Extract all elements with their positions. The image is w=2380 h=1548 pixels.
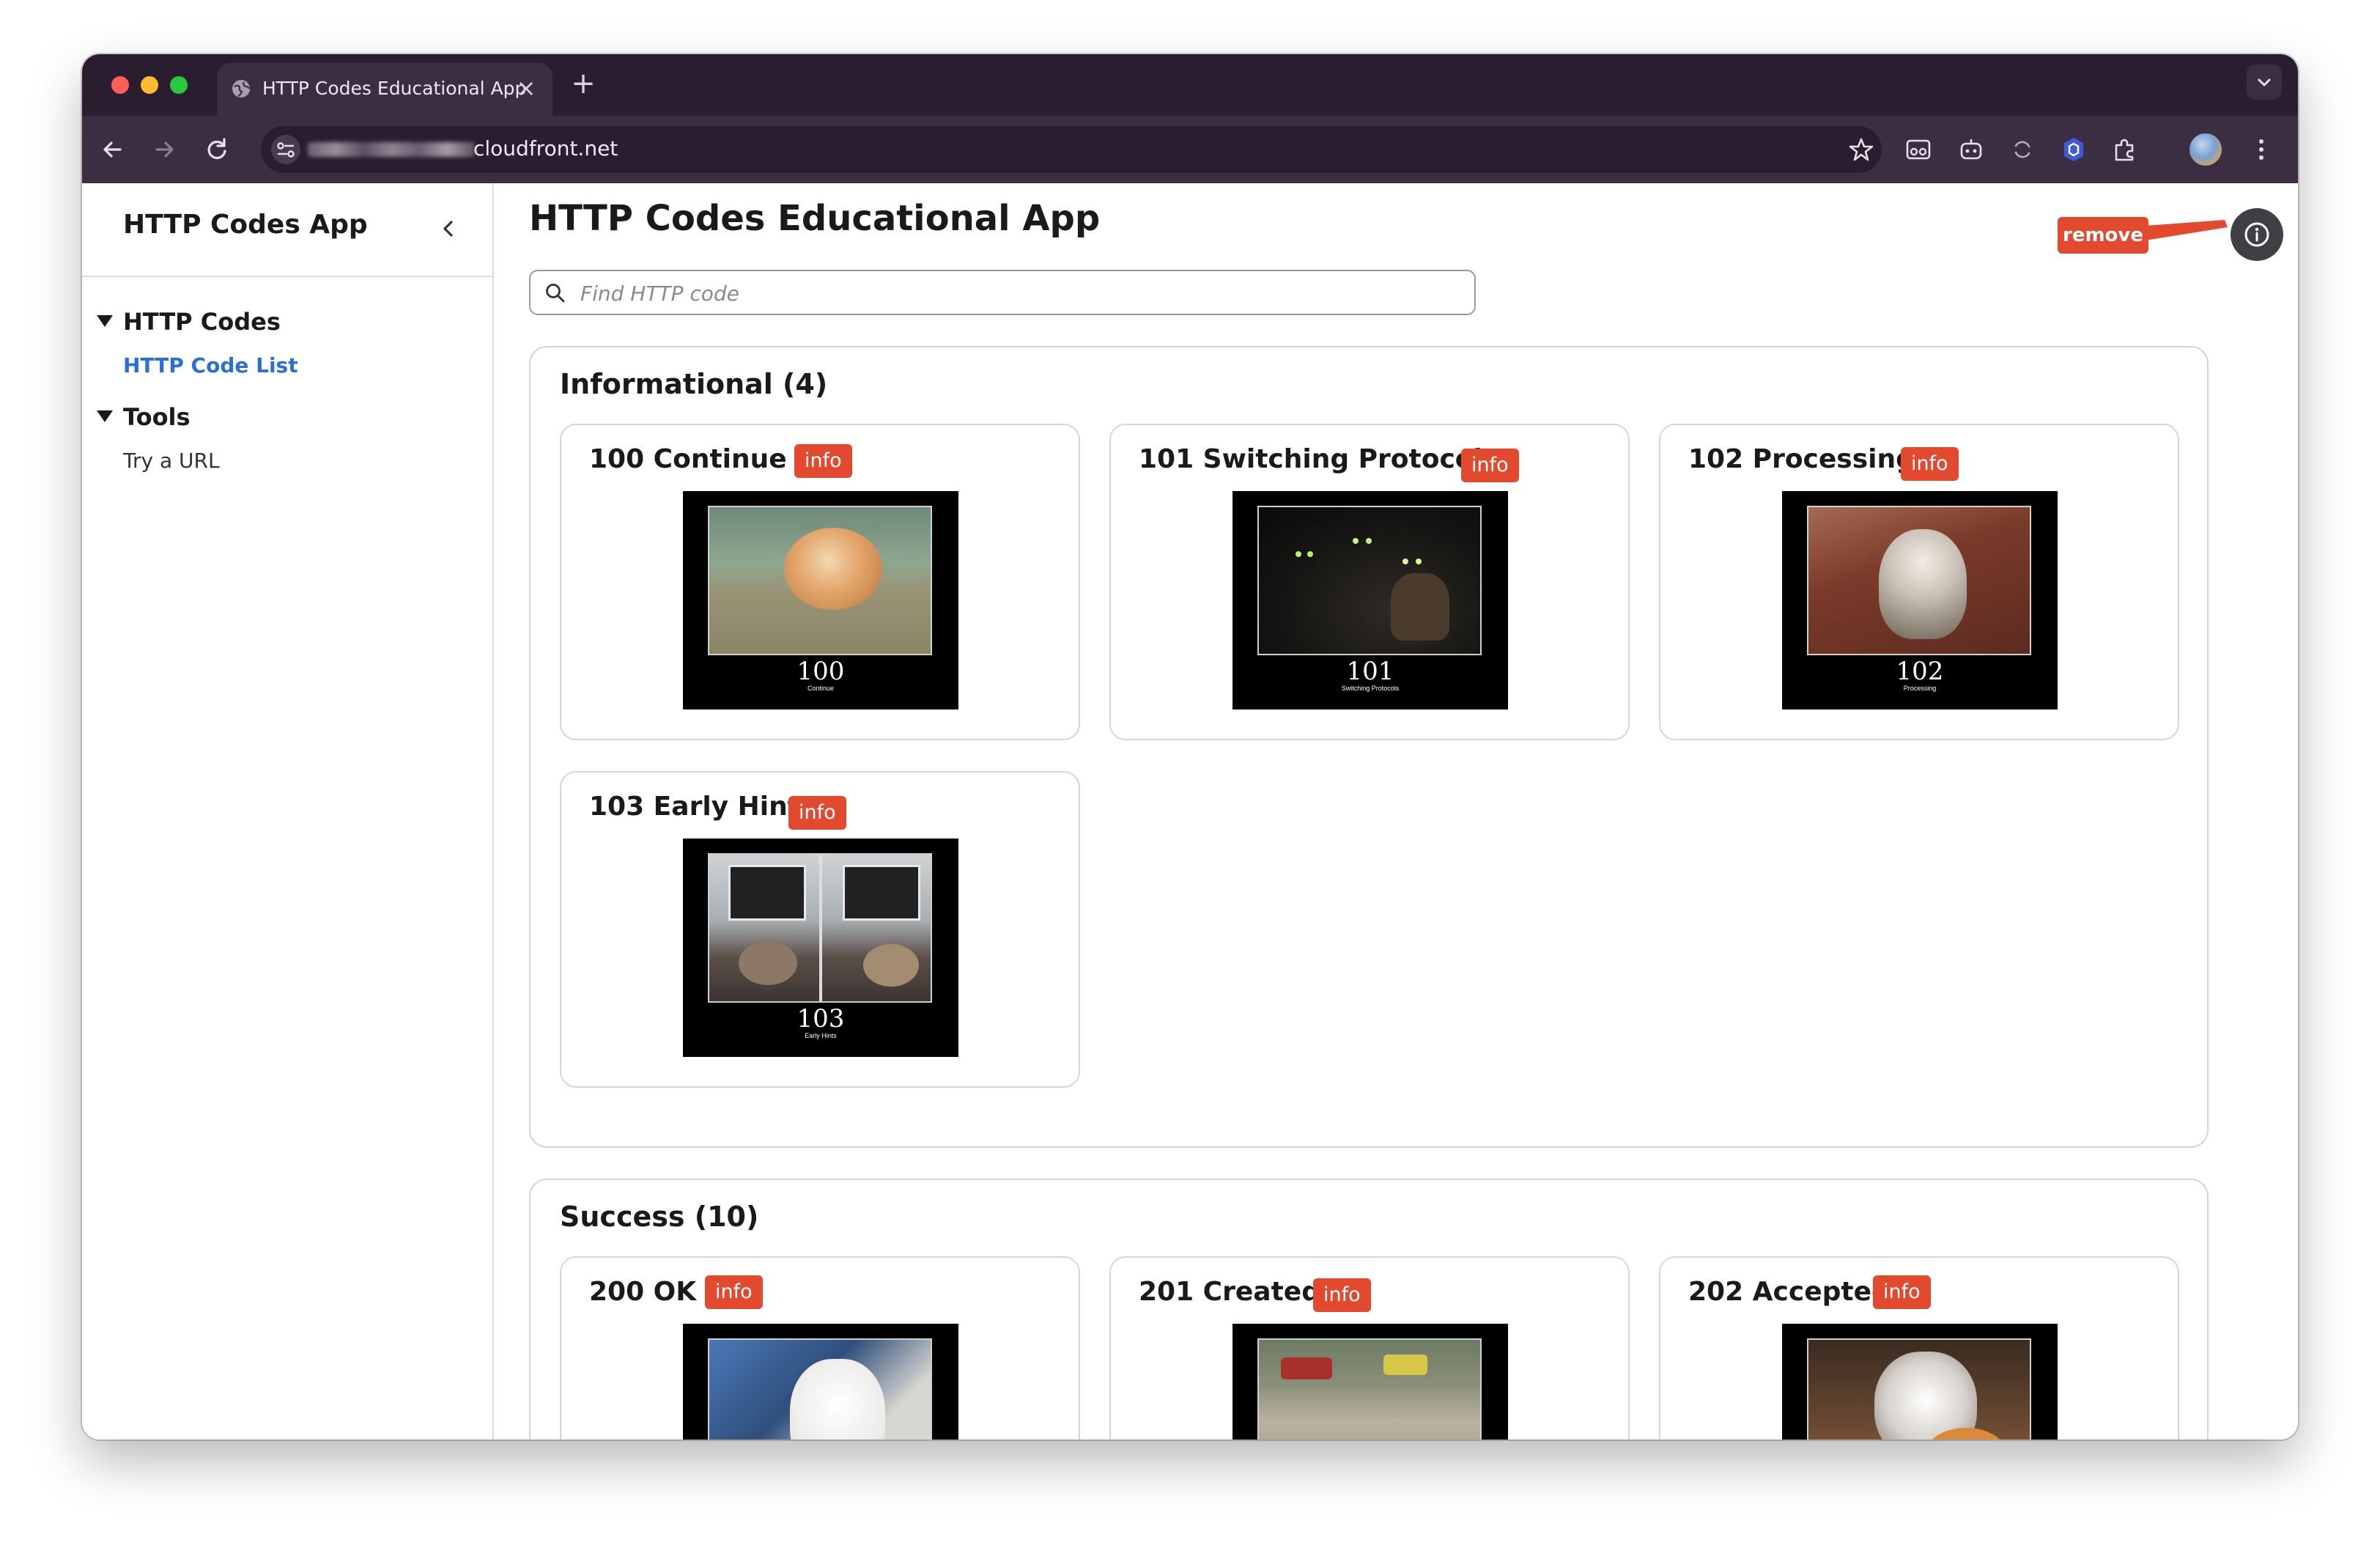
glasses-extension-icon[interactable]: [1901, 132, 1936, 167]
cat-poster-image: 102 Processing: [1782, 491, 2058, 710]
search-input[interactable]: [579, 277, 1461, 309]
info-badge[interactable]: info: [705, 1275, 763, 1309]
card-title: 100 Continue: [589, 444, 787, 474]
reload-icon[interactable]: [199, 132, 234, 167]
cat-poster-image: [1232, 1324, 1508, 1440]
expand-triangle-icon: [97, 410, 113, 422]
page-title: HTTP Codes Educational App: [529, 198, 1101, 239]
card-202[interactable]: 202 Accepted info: [1659, 1256, 2179, 1440]
info-badge[interactable]: info: [1461, 449, 1519, 482]
section-title: Informational (4): [560, 368, 828, 400]
search-icon: [546, 284, 565, 303]
puzzle-extensions-icon[interactable]: [2107, 132, 2143, 167]
section-informational: Informational (4) 100 Continue info 100 …: [529, 346, 2209, 1148]
sidebar-group-label: HTTP Codes: [123, 308, 281, 336]
info-badge[interactable]: info: [1313, 1278, 1371, 1312]
expand-triangle-icon: [97, 315, 113, 327]
card-title: 202 Accepted: [1688, 1277, 1891, 1307]
kebab-menu-icon[interactable]: [2244, 132, 2279, 167]
poster-number: 102: [1896, 657, 1944, 686]
card-201[interactable]: 201 Created info: [1109, 1256, 1630, 1440]
app-content: HTTP Codes App HTTP Codes HTTP Code List…: [82, 183, 2298, 1440]
main-content: HTTP Codes Educational App remove: [494, 183, 2298, 1440]
maximize-window-button[interactable]: [170, 76, 188, 94]
chevron-down-icon: [2258, 78, 2271, 86]
info-badge[interactable]: info: [788, 796, 846, 830]
info-badge[interactable]: info: [1901, 447, 1959, 481]
card-title: 103 Early Hints: [589, 792, 816, 822]
profile-avatar[interactable]: [2189, 133, 2222, 166]
section-title: Success (10): [560, 1201, 759, 1233]
minimize-window-button[interactable]: [141, 76, 158, 94]
remove-label[interactable]: remove: [2058, 217, 2148, 254]
card-200[interactable]: 200 OK info: [560, 1256, 1080, 1440]
back-icon[interactable]: [95, 132, 130, 167]
url-redacted: [308, 142, 475, 157]
card-101[interactable]: 101 Switching Protocols info 101 Switchi…: [1109, 424, 1630, 740]
robot-extension-icon[interactable]: [1954, 132, 1989, 167]
tab-close-icon[interactable]: ×: [513, 73, 539, 103]
collapse-sidebar-icon[interactable]: [432, 213, 465, 245]
forward-icon[interactable]: [147, 132, 182, 167]
poster-caption: Continue: [807, 685, 835, 692]
poster-number: 103: [797, 1004, 845, 1033]
site-settings-icon[interactable]: [271, 135, 300, 164]
close-window-button[interactable]: [111, 76, 129, 94]
tab-search-button[interactable]: [2247, 64, 2282, 100]
info-badge[interactable]: info: [1873, 1275, 1931, 1309]
card-102[interactable]: 102 Processing info 102 Processing: [1659, 424, 2179, 740]
search-box[interactable]: [529, 270, 1476, 315]
section-success: Success (10) 200 OK info 201 Created inf…: [529, 1179, 2209, 1440]
cat-poster-image: 100 Continue: [683, 491, 958, 710]
cat-poster-image: [683, 1324, 958, 1440]
sidebar-group-http-codes[interactable]: HTTP Codes: [97, 308, 281, 336]
cat-poster-image: 103 Early Hints: [683, 838, 958, 1057]
browser-toolbar: cloudfront.net: [82, 116, 2298, 183]
card-title: 101 Switching Protocols: [1139, 444, 1498, 474]
card-103[interactable]: 103 Early Hints info 103 Early Hints: [560, 771, 1080, 1088]
new-tab-button[interactable]: +: [569, 67, 598, 100]
bookmark-star-icon[interactable]: [1845, 133, 1877, 166]
sidebar-item-http-code-list[interactable]: HTTP Code List: [123, 353, 298, 377]
poster-caption: Switching Protocols: [1341, 685, 1400, 692]
info-badge[interactable]: info: [794, 444, 852, 478]
sidebar: HTTP Codes App HTTP Codes HTTP Code List…: [82, 183, 494, 1440]
card-title: 201 Created: [1139, 1277, 1320, 1307]
sidebar-title: HTTP Codes App: [123, 210, 368, 240]
sync-extension-icon[interactable]: [2005, 132, 2040, 167]
sidebar-group-tools[interactable]: Tools: [97, 403, 191, 431]
poster-number: 101: [1346, 657, 1394, 686]
poster-number: 100: [797, 657, 845, 686]
annotation-arrow: [2146, 220, 2228, 240]
browser-tab[interactable]: HTTP Codes Educational App ×: [217, 63, 552, 116]
shield-extension-icon[interactable]: [2056, 132, 2091, 167]
card-100[interactable]: 100 Continue info 100 Continue: [560, 424, 1080, 740]
sidebar-group-label: Tools: [123, 403, 191, 431]
sidebar-header: HTTP Codes App: [82, 183, 492, 277]
info-button[interactable]: [2231, 208, 2283, 261]
cat-poster-image: 101 Switching Protocols: [1232, 491, 1508, 710]
globe-icon: [232, 80, 251, 97]
sidebar-item-try-a-url[interactable]: Try a URL: [123, 449, 220, 473]
tab-strip: HTTP Codes Educational App × +: [82, 54, 2298, 116]
poster-caption: Processing: [1903, 685, 1937, 692]
card-title: 200 OK: [589, 1277, 697, 1307]
info-circle-icon: [2244, 222, 2269, 247]
address-bar[interactable]: cloudfront.net: [261, 126, 1882, 173]
poster-caption: Early Hints: [805, 1032, 837, 1039]
cat-poster-image: [1782, 1324, 2058, 1440]
browser-window: HTTP Codes Educational App × + cloudfron…: [82, 54, 2298, 1440]
url-text[interactable]: cloudfront.net: [473, 136, 618, 161]
tab-title: HTTP Codes Educational App: [262, 78, 527, 99]
card-title: 102 Processing: [1688, 444, 1915, 474]
